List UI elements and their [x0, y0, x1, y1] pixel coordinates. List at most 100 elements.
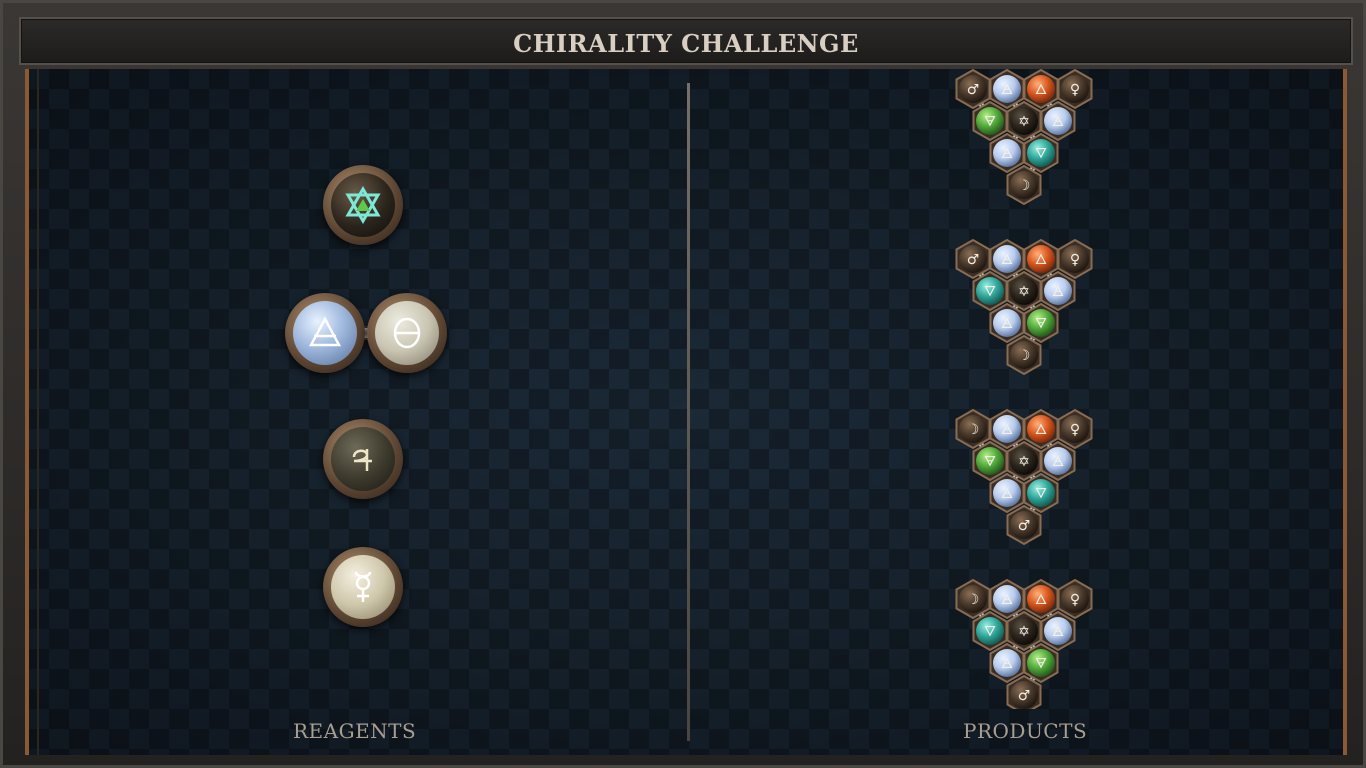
product-atom: 🜃 — [1023, 642, 1059, 684]
page-title: CHIRALITY CHALLENGE — [513, 29, 859, 58]
atom-symbol: 🜄 — [1035, 486, 1047, 502]
products-label: PRODUCTS — [963, 719, 1088, 743]
product-atom: ✡ — [1006, 270, 1042, 312]
product-atom: 🜁 — [989, 132, 1025, 174]
products-panel: ♂ 🜁 🜂 ♀🜃 ✡ 🜁🜁 🜄☽♂ 🜁 🜂 ♀🜄 ✡ 🜁🜁 🜃☽☽ 🜁 🜂 ♀🜃 ✡ 🜁🜁 🜄♂☽ 🜁 🜂 ♀🜄 ✡ 🜁🜁 🜃♂ — [955, 69, 1093, 709]
reagent-lead[interactable] — [323, 419, 403, 499]
atom-symbol: 🜁 — [1001, 316, 1013, 332]
product-atom: ✡ — [1006, 610, 1042, 652]
product-atom: 🜂 — [1023, 69, 1059, 110]
product-atom: 🜄 — [1023, 132, 1059, 174]
product-atom: 🜁 — [989, 302, 1025, 344]
product-atom: 🜃 — [972, 100, 1008, 142]
atom-symbol: 🜁 — [1052, 284, 1064, 300]
product-molecule[interactable]: ♂ 🜁 🜂 ♀ 🜄 ✡ 🜁 🜁 🜃☽ — [955, 238, 1093, 376]
atom-symbol: ♀ — [1070, 422, 1080, 438]
atom-symbol: ♂ — [967, 82, 980, 98]
atom-symbol: ♀ — [1070, 252, 1080, 268]
atom-symbol: 🜃 — [984, 454, 996, 470]
product-atom: 🜁 — [1040, 440, 1076, 482]
product-atom: ☽ — [1006, 164, 1042, 206]
product-atom: 🜂 — [1023, 578, 1059, 620]
product-molecule[interactable]: ☽ 🜁 🜂 ♀ 🜄 ✡ 🜁 🜁 🜃♂ — [955, 578, 1093, 709]
atom-symbol: 🜄 — [984, 624, 996, 640]
product-atom: ♂ — [955, 238, 991, 280]
product-atom: 🜂 — [1023, 408, 1059, 450]
product-atom: 🜁 — [989, 578, 1025, 620]
atom-symbol: ☽ — [967, 592, 980, 608]
lead-symbol-icon — [352, 449, 372, 471]
product-atom: ✡ — [1006, 440, 1042, 482]
atom-symbol: ♂ — [967, 252, 980, 268]
atom-symbol: ✡ — [1018, 114, 1030, 130]
atom-symbol: 🜂 — [1035, 592, 1047, 608]
atom-symbol: 🜃 — [1035, 316, 1047, 332]
product-atom: ♂ — [955, 69, 991, 110]
product-atom: ♂ — [1006, 674, 1042, 709]
atom-symbol: 🜃 — [984, 114, 996, 130]
product-atom: ♀ — [1057, 578, 1093, 620]
reagents-label: REAGENTS — [293, 719, 417, 743]
atom-symbol: 🜁 — [1052, 114, 1064, 130]
reagent-quicksilver[interactable] — [323, 547, 403, 627]
atom-symbol: 🜁 — [1001, 592, 1013, 608]
atom-symbol: 🜄 — [984, 284, 996, 300]
atom-symbol: ☽ — [967, 422, 980, 438]
reagent-air-salt-molecule[interactable] — [285, 293, 447, 373]
product-atom: ♀ — [1057, 69, 1093, 110]
atom-symbol: ♂ — [1018, 518, 1031, 534]
puzzle-board: REAGENTS ♂ 🜁 🜂 ♀ 🜃 ✡ 🜁 🜁 🜄 ☽ ♂ 🜁 🜂 ♀ 🜄 ✡ 🜁 🜁 🜃 ☽ ☽ 🜁 🜂 ♀ 🜃 ✡ 🜁 🜁 🜄 ♂ ☽… — [25, 69, 1347, 755]
product-atom: ♀ — [1057, 408, 1093, 450]
product-atom: 🜁 — [1040, 100, 1076, 142]
atom-symbol: 🜂 — [1035, 82, 1047, 98]
product-molecule[interactable]: ☽ 🜁 🜂 ♀ 🜃 ✡ 🜁 🜁 🜄♂ — [955, 408, 1093, 546]
atom-symbol: 🜁 — [1001, 252, 1013, 268]
atom-symbol: 🜁 — [1001, 146, 1013, 162]
atom-symbol: 🜄 — [1035, 146, 1047, 162]
atom-symbol: ♀ — [1070, 82, 1080, 98]
atom-symbol: 🜁 — [1052, 454, 1064, 470]
product-atom: 🜁 — [989, 408, 1025, 450]
game-frame: CHIRALITY CHALLENGE REAGENTS ♂ 🜁 🜂 ♀ 🜃 ✡… — [0, 0, 1366, 768]
atom-symbol: 🜁 — [1001, 422, 1013, 438]
salt-circle-icon — [393, 317, 421, 349]
atom-symbol: ☽ — [1018, 348, 1031, 364]
quicksilver-symbol-icon — [354, 571, 372, 602]
atom-symbol: 🜁 — [1001, 82, 1013, 98]
product-atom: 🜁 — [989, 642, 1025, 684]
product-atom: 🜁 — [1040, 270, 1076, 312]
atom-symbol: 🜁 — [1001, 656, 1013, 672]
salt-symbol-icon — [345, 185, 381, 225]
product-atom: ☽ — [955, 578, 991, 620]
reagent-salt[interactable] — [323, 165, 403, 245]
atom-symbol: ✡ — [1018, 454, 1030, 470]
product-atom: 🜃 — [1023, 302, 1059, 344]
product-molecule[interactable]: ♂ 🜁 🜂 ♀ 🜃 ✡ 🜁 🜁 🜄☽ — [955, 69, 1093, 206]
title-bar: CHIRALITY CHALLENGE — [19, 17, 1353, 65]
product-atom: 🜄 — [1023, 472, 1059, 514]
atom-symbol: 🜁 — [1001, 486, 1013, 502]
panel-divider — [687, 83, 690, 741]
atom-symbol: ✡ — [1018, 624, 1030, 640]
product-atom: ✡ — [1006, 100, 1042, 142]
product-atom: 🜃 — [972, 440, 1008, 482]
atom-symbol: ✡ — [1018, 284, 1030, 300]
product-atom: 🜁 — [989, 238, 1025, 280]
product-atom: 🜂 — [1023, 238, 1059, 280]
product-atom: 🜁 — [1040, 610, 1076, 652]
product-atom: 🜁 — [989, 69, 1025, 110]
atom-symbol: 🜃 — [1035, 656, 1047, 672]
product-atom: 🜄 — [972, 610, 1008, 652]
atom-symbol: 🜂 — [1035, 252, 1047, 268]
product-atom: 🜁 — [989, 472, 1025, 514]
board-edge — [37, 69, 39, 755]
product-atom: 🜄 — [972, 270, 1008, 312]
atom-symbol: 🜂 — [1035, 422, 1047, 438]
air-symbol-icon — [308, 316, 342, 347]
atom-symbol: 🜁 — [1052, 624, 1064, 640]
atom-symbol: ♂ — [1018, 688, 1031, 704]
product-atom: ☽ — [1006, 334, 1042, 376]
atom-symbol: ♀ — [1070, 592, 1080, 608]
atom-symbol: ☽ — [1018, 178, 1031, 194]
product-atom: ♂ — [1006, 504, 1042, 546]
